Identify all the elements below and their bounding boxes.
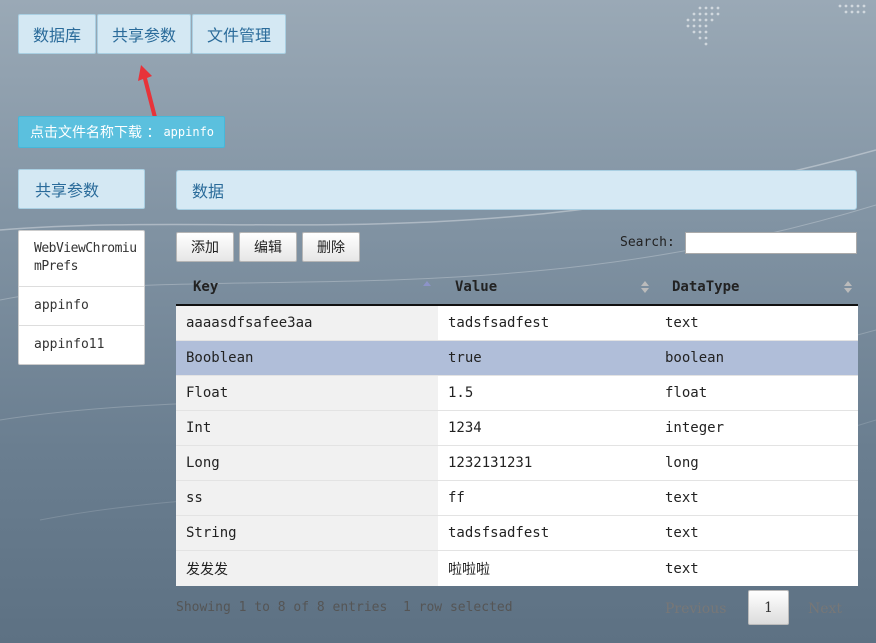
table-row[interactable]: Long 1232131231 long bbox=[176, 446, 858, 481]
cell-value: 1.5 bbox=[448, 385, 474, 401]
column-header-value[interactable]: Value bbox=[455, 270, 497, 304]
cell-datatype: text bbox=[665, 525, 699, 541]
edit-button[interactable]: 编辑 bbox=[239, 232, 297, 262]
cell-key: Int bbox=[176, 411, 438, 445]
cell-key: Booblean bbox=[176, 341, 438, 375]
table-body: aaaasdfsafee3aa tadsfsadfest text Booble… bbox=[176, 306, 858, 586]
sort-asc-icon[interactable] bbox=[422, 279, 432, 295]
table-row[interactable]: Int 1234 integer bbox=[176, 411, 858, 446]
cell-datatype: float bbox=[665, 385, 708, 401]
pagination-page-button[interactable]: 1 bbox=[748, 590, 789, 625]
nav-shared-params-button[interactable]: 共享参数 bbox=[97, 14, 192, 54]
table-header: Key Value DataType bbox=[176, 270, 858, 306]
download-file-link[interactable]: appinfo bbox=[163, 125, 214, 139]
table-row[interactable]: Float 1.5 float bbox=[176, 376, 858, 411]
sort-both-icon[interactable] bbox=[640, 279, 650, 295]
cell-value: tadsfsadfest bbox=[448, 525, 550, 541]
cell-datatype: integer bbox=[665, 420, 725, 436]
top-nav: 数据库 共享参数 文件管理 bbox=[18, 14, 287, 54]
sidebar-item-appinfo[interactable]: appinfo bbox=[19, 287, 144, 326]
table-info: Showing 1 to 8 of 8 entries 1 row select… bbox=[176, 600, 513, 615]
cell-key: Float bbox=[176, 376, 438, 410]
cell-datatype: text bbox=[665, 315, 699, 331]
nav-file-manager-button[interactable]: 文件管理 bbox=[192, 14, 287, 54]
download-bar: 点击文件名称下载 ： appinfo bbox=[18, 116, 225, 148]
add-button[interactable]: 添加 bbox=[176, 232, 234, 262]
table-row-selected[interactable]: Booblean true boolean bbox=[176, 341, 858, 376]
entries-info: Showing 1 to 8 of 8 entries bbox=[176, 600, 388, 615]
selection-info: 1 row selected bbox=[402, 600, 513, 615]
delete-button[interactable]: 删除 bbox=[302, 232, 360, 262]
cell-key: ss bbox=[176, 481, 438, 515]
cell-value: true bbox=[438, 341, 655, 375]
cell-value: tadsfsadfest bbox=[448, 315, 550, 331]
cell-key: aaaasdfsafee3aa bbox=[176, 306, 438, 340]
cell-key: 发发发 bbox=[176, 551, 438, 586]
column-header-key[interactable]: Key bbox=[193, 270, 218, 304]
cell-datatype: boolean bbox=[655, 341, 858, 375]
cell-value: 1234 bbox=[448, 420, 482, 436]
cell-value: 1232131231 bbox=[448, 455, 533, 471]
table-row[interactable]: 发发发 啦啦啦 text bbox=[176, 551, 858, 586]
sidebar-file-list: WebViewChromiumPrefs appinfo appinfo11 bbox=[18, 230, 145, 365]
cell-datatype: text bbox=[665, 490, 699, 506]
nav-database-button[interactable]: 数据库 bbox=[18, 14, 97, 54]
pagination-next-button[interactable]: Next bbox=[808, 601, 842, 617]
cell-datatype: text bbox=[665, 560, 699, 577]
sidebar-item-appinfo11[interactable]: appinfo11 bbox=[19, 326, 144, 364]
annotation-arrow-icon bbox=[138, 65, 157, 118]
table-row[interactable]: ss ff text bbox=[176, 481, 858, 516]
cell-value: 啦啦啦 bbox=[448, 561, 490, 578]
sidebar-header: 共享参数 bbox=[18, 169, 145, 209]
table-row[interactable]: String tadsfsadfest text bbox=[176, 516, 858, 551]
cell-value: ff bbox=[448, 490, 465, 506]
sidebar-item-webviewchromiumprefs[interactable]: WebViewChromiumPrefs bbox=[19, 231, 144, 287]
cell-key: Long bbox=[176, 446, 438, 480]
download-label: 点击文件名称下载 ： bbox=[30, 125, 161, 141]
column-header-datatype[interactable]: DataType bbox=[672, 270, 739, 304]
search-label: Search: bbox=[620, 235, 675, 250]
search-input[interactable] bbox=[685, 232, 857, 254]
cell-key: String bbox=[176, 516, 438, 550]
sort-both-icon[interactable] bbox=[843, 279, 853, 295]
main-panel-title: 数据 bbox=[176, 170, 857, 210]
cell-datatype: long bbox=[665, 455, 699, 471]
pagination-previous-button[interactable]: Previous bbox=[665, 601, 726, 617]
table-row[interactable]: aaaasdfsafee3aa tadsfsadfest text bbox=[176, 306, 858, 341]
